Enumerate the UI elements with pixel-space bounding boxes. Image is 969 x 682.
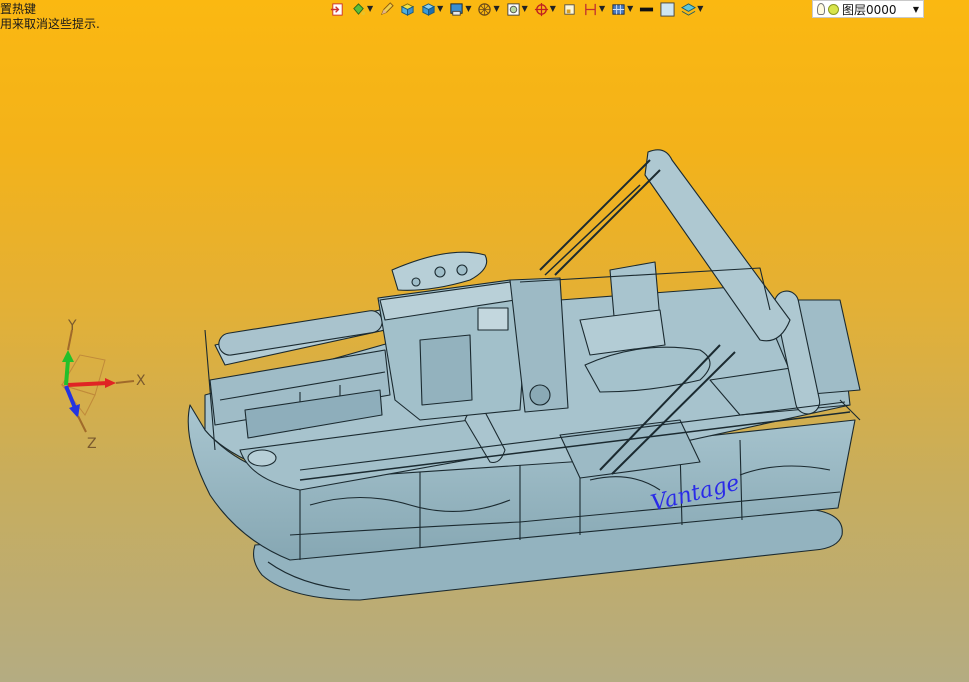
axis-triad: X Y Z: [60, 318, 146, 452]
cad-viewport[interactable]: X Y Z Vantage: [0, 0, 969, 682]
z-axis-label: Z: [87, 436, 97, 452]
pontoon-boat-model[interactable]: [187, 149, 861, 601]
y-axis-label: Y: [67, 318, 77, 334]
x-axis: [67, 381, 109, 387]
x-axis-label: X: [136, 373, 146, 389]
z-axis: [64, 385, 77, 409]
y-axis: [64, 359, 70, 386]
